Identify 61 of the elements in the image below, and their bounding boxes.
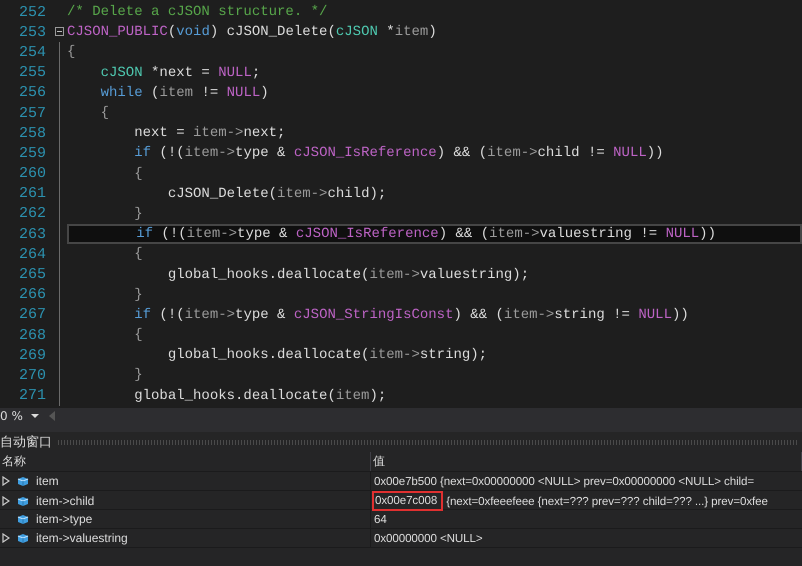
code-line: while (item != NULL): [100, 84, 269, 101]
variable-name: item->type: [36, 512, 92, 526]
line-number: 263: [18, 226, 46, 243]
line-number: 265: [18, 266, 46, 284]
line-number: 259: [18, 144, 46, 162]
variable-name: item->valuestring: [36, 531, 128, 545]
code-line: global_hooks.deallocate(item->string);: [166, 347, 488, 364]
line-number: 253: [18, 24, 46, 41]
expand-icon[interactable]: [2, 476, 10, 486]
variable-value: 0x00e7b500 {next=0x00000000 <NULL> prev=0x00000000 <NULL> child=: [374, 474, 754, 488]
variable-value: 64: [374, 512, 387, 526]
panel-title: 自动窗口: [0, 433, 52, 451]
code-line: global_hooks.deallocate(item->valuestring);: [166, 266, 530, 283]
code-line: }: [133, 286, 143, 303]
line-number: 256: [18, 84, 46, 102]
collapse-icon[interactable]: [55, 27, 64, 36]
column-header[interactable]: 值: [371, 452, 802, 471]
code-line: {: [133, 166, 143, 182]
code-line: }: [133, 367, 143, 384]
variable-value: {next=0xfeeefeee {next=??? prev=??? child=??? ...} prev=0xfee: [446, 494, 768, 508]
code-line: if (!(item->type & cJSON_StringIsConst) && (item->string != NULL)): [133, 306, 689, 323]
variable-cube-icon: [17, 532, 29, 544]
code-line: next = item->next;: [133, 125, 286, 142]
line-number: 262: [18, 205, 46, 222]
line-number: 258: [18, 124, 46, 142]
line-number: 255: [18, 64, 46, 82]
code-line: CJSON_PUBLIC(void) cJSON_Delete(cJSON *item): [67, 24, 437, 40]
line-number: 268: [18, 326, 46, 344]
code-line: {: [133, 246, 143, 262]
code-line: cJSON_Delete(item->child);: [166, 186, 386, 202]
variable-name: item: [36, 474, 59, 488]
line-number: 254: [18, 44, 46, 61]
variable-cube-icon: [17, 514, 29, 524]
caret-icon: [30, 414, 39, 418]
line-number: 260: [18, 165, 46, 182]
code-line: cJSON *next = NULL;: [100, 64, 260, 81]
code-line: if (!(item->type & cJSON_IsReference) && (item->valuestring != NULL)): [135, 226, 716, 242]
line-number: 252: [18, 4, 46, 21]
expand-icon[interactable]: [2, 496, 10, 506]
line-number: 271: [18, 387, 46, 404]
code-line: {: [133, 327, 143, 344]
variable-cube-icon: [17, 476, 29, 486]
column-header[interactable]: 名称: [0, 452, 371, 471]
highlight-box: 0x00e7c008: [372, 491, 444, 511]
variable-name: item->child: [36, 494, 94, 508]
code-line: {: [67, 44, 76, 60]
variable-cube-icon: [17, 496, 29, 506]
line-number: 257: [18, 104, 46, 122]
code-line: }: [133, 206, 143, 222]
code-line: if (!(item->type & cJSON_IsReference) && (item->child != NULL)): [133, 145, 664, 162]
code-line: /* Delete a cJSON structure. */: [67, 4, 328, 20]
code-line: global_hooks.deallocate(item);: [133, 388, 386, 404]
line-number: 267: [18, 306, 46, 324]
expand-icon[interactable]: [2, 533, 10, 543]
line-number: 270: [18, 366, 46, 384]
line-number: 269: [18, 346, 46, 364]
line-number: 266: [18, 286, 46, 304]
variable-value: 0x00000000 <NULL>: [374, 532, 483, 544]
line-number: 261: [18, 185, 46, 202]
code-line: {: [100, 105, 110, 122]
line-number: 264: [18, 246, 46, 263]
